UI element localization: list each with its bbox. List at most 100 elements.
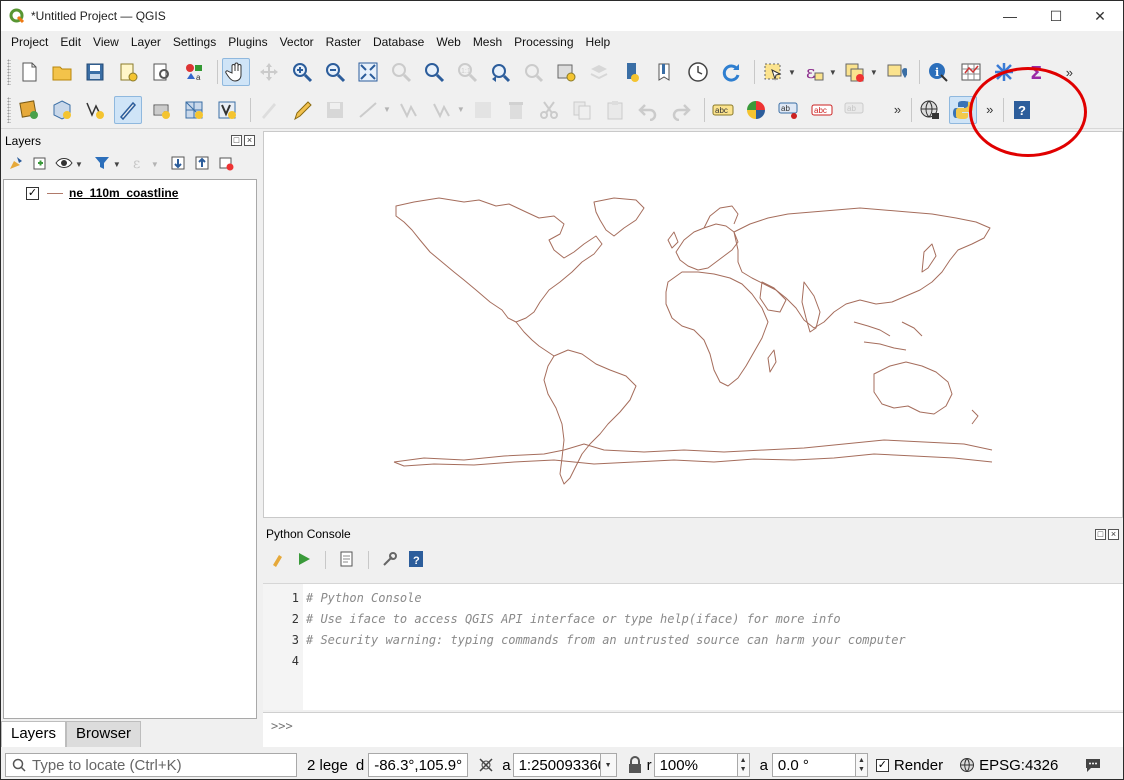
copy-icon[interactable] <box>568 96 596 124</box>
edit-icon[interactable] <box>255 96 283 124</box>
layer-styling-icon[interactable] <box>7 154 25 175</box>
add-line-icon[interactable] <box>354 96 382 124</box>
select-features-icon[interactable] <box>759 58 787 86</box>
virtual-layer-icon[interactable] <box>213 96 241 124</box>
edit-pencil-icon[interactable] <box>288 96 316 124</box>
remove-layer-icon[interactable] <box>217 154 235 175</box>
delete-icon[interactable] <box>502 96 530 124</box>
layout-manager-icon[interactable] <box>147 58 175 86</box>
locator-search[interactable]: Type to locate (Ctrl+K) <box>5 753 297 777</box>
magnifier-field[interactable]: 100% <box>653 753 738 777</box>
menu-view[interactable]: View <box>87 35 125 49</box>
minimize-button[interactable]: — <box>987 1 1033 31</box>
cut-icon[interactable] <box>535 96 563 124</box>
options-icon[interactable] <box>381 550 399 571</box>
temporal-controller-icon[interactable] <box>618 58 646 86</box>
rotation-spinner[interactable]: ▲ ▼ <box>855 753 868 777</box>
show-editor-icon[interactable] <box>338 550 356 571</box>
digitize-icon[interactable] <box>114 95 142 124</box>
new-project-icon[interactable] <box>15 58 43 86</box>
coordinate-field[interactable]: -86.3°,105.9° <box>368 753 469 777</box>
messages-icon[interactable] <box>1084 756 1102 774</box>
map-canvas[interactable] <box>263 131 1123 518</box>
float-panel-button[interactable]: □ <box>231 135 242 146</box>
zoom-full-icon[interactable] <box>354 58 382 86</box>
new-geopackage-icon[interactable] <box>48 96 76 124</box>
close-button[interactable]: ✕ <box>1077 1 1123 31</box>
menu-edit[interactable]: Edit <box>54 35 87 49</box>
rotation-field[interactable]: 0.0 ° <box>771 753 856 777</box>
run-command-icon[interactable] <box>295 550 313 571</box>
label-highlight-icon[interactable]: abc <box>808 96 836 124</box>
show-bookmarks-icon[interactable] <box>585 58 613 86</box>
zoom-to-selection-icon[interactable] <box>387 58 415 86</box>
new-print-layout-icon[interactable] <box>114 58 142 86</box>
zoom-native-icon[interactable]: 1:1 <box>453 58 481 86</box>
manage-visibility-icon[interactable] <box>55 154 73 175</box>
paste-icon[interactable] <box>601 96 629 124</box>
pan-icon[interactable] <box>222 58 250 86</box>
save-project-icon[interactable] <box>81 58 109 86</box>
menu-project[interactable]: Project <box>5 35 54 49</box>
menu-raster[interactable]: Raster <box>320 35 367 49</box>
tab-browser[interactable]: Browser <box>66 721 142 747</box>
scale-dropdown[interactable]: ▼ <box>600 753 617 777</box>
close-panel-button[interactable]: × <box>244 135 255 146</box>
zoom-last-icon[interactable] <box>486 58 514 86</box>
toolbar-overflow-chevron-icon[interactable]: » <box>986 102 993 117</box>
expand-all-icon[interactable] <box>169 154 187 175</box>
spatial-bookmark-icon[interactable] <box>882 58 910 86</box>
mesh-icon[interactable] <box>180 96 208 124</box>
open-project-icon[interactable] <box>48 58 76 86</box>
label-pin-icon[interactable]: ab <box>775 96 803 124</box>
zoom-out-icon[interactable] <box>321 58 349 86</box>
close-panel-button[interactable]: × <box>1108 529 1119 540</box>
modify-attributes-icon[interactable] <box>428 96 456 124</box>
pan-to-selection-icon[interactable] <box>255 58 283 86</box>
redo-icon[interactable] <box>667 96 695 124</box>
layer-name[interactable]: ne_110m_coastline <box>69 186 178 200</box>
toolbar-grip[interactable] <box>7 96 11 123</box>
refresh-icon[interactable] <box>717 58 745 86</box>
python-console-output[interactable]: 1 2 3 4 # Python Console # Use iface to … <box>263 583 1123 710</box>
menu-settings[interactable]: Settings <box>167 35 222 49</box>
menu-mesh[interactable]: Mesh <box>467 35 508 49</box>
menu-database[interactable]: Database <box>367 35 430 49</box>
toolbar-grip[interactable] <box>7 59 11 85</box>
filter-expression-icon[interactable]: ε <box>131 154 149 175</box>
magnifier-spinner[interactable]: ▲ ▼ <box>737 753 750 777</box>
new-bookmark-icon[interactable] <box>552 58 580 86</box>
new-temp-layer-icon[interactable] <box>147 96 175 124</box>
deselect-icon[interactable] <box>841 58 869 86</box>
show-map-tips-icon[interactable] <box>651 58 679 86</box>
menu-web[interactable]: Web <box>430 35 466 49</box>
new-shapefile-icon[interactable] <box>81 96 109 124</box>
menu-processing[interactable]: Processing <box>508 35 579 49</box>
maximize-button[interactable]: ☐ <box>1033 1 1079 31</box>
toolbar-overflow-chevron-icon[interactable]: » <box>1066 65 1073 80</box>
menu-layer[interactable]: Layer <box>125 35 167 49</box>
zoom-next-icon[interactable] <box>519 58 547 86</box>
save-edits-icon[interactable] <box>321 96 349 124</box>
attribute-table-icon[interactable] <box>957 58 985 86</box>
python-console-input[interactable]: >>> <box>263 712 1123 747</box>
crs-globe-icon[interactable] <box>959 757 975 773</box>
tab-layers[interactable]: Layers <box>1 721 67 747</box>
data-source-manager-icon[interactable] <box>15 96 43 124</box>
collapse-all-icon[interactable] <box>193 154 211 175</box>
label-move-icon[interactable]: ab <box>841 96 869 124</box>
style-manager-icon[interactable]: a <box>180 58 208 86</box>
menu-plugins[interactable]: Plugins <box>222 35 273 49</box>
zoom-in-icon[interactable] <box>288 58 316 86</box>
float-panel-button[interactable]: □ <box>1095 529 1106 540</box>
undo-icon[interactable] <box>634 96 662 124</box>
menu-vector[interactable]: Vector <box>274 35 320 49</box>
render-checkbox[interactable]: ✓ <box>875 758 889 772</box>
scale-field[interactable]: 1:250093360 <box>512 753 601 777</box>
layer-visibility-checkbox[interactable]: ✓ <box>26 186 39 200</box>
menu-help[interactable]: Help <box>580 35 617 49</box>
identify-icon[interactable]: i <box>924 58 952 86</box>
clock-icon[interactable] <box>684 58 712 86</box>
toggle-extents-icon[interactable] <box>476 755 496 775</box>
web-plugin-icon[interactable] <box>916 96 944 124</box>
